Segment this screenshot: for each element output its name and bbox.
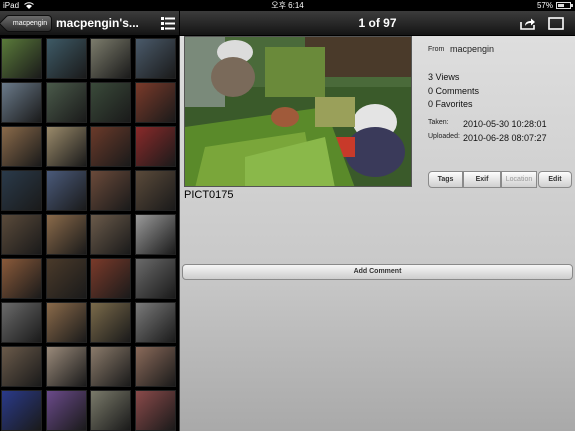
- photo-thumbnail[interactable]: [90, 82, 131, 123]
- battery-icon: [556, 2, 573, 9]
- photo-thumbnail[interactable]: [46, 170, 87, 211]
- clock-time: 오후 6:14: [271, 1, 304, 10]
- photo-counter: 1 of 97: [358, 16, 397, 30]
- photo-thumbnail[interactable]: [46, 82, 87, 123]
- comments-count: 0 Comments: [428, 86, 480, 96]
- photo-thumbnail[interactable]: [135, 346, 176, 387]
- edit-button[interactable]: Edit: [538, 171, 572, 188]
- owner-name[interactable]: macpengin: [450, 44, 494, 54]
- taken-date: 2010-05-30 10:28:01: [463, 119, 547, 129]
- taken-label: Taken:: [428, 119, 449, 126]
- photo-thumbnail[interactable]: [46, 302, 87, 343]
- photo-thumbnail[interactable]: [1, 82, 42, 123]
- from-label: From: [428, 46, 445, 53]
- battery-percent: 57%: [536, 1, 553, 10]
- photo-thumbnail[interactable]: [90, 302, 131, 343]
- photo-thumbnail[interactable]: [46, 390, 87, 431]
- photo-thumbnail[interactable]: [135, 214, 176, 255]
- photo-thumbnail[interactable]: [1, 258, 42, 299]
- list-view-icon[interactable]: [161, 17, 175, 30]
- photo-thumbnail[interactable]: [90, 126, 131, 167]
- location-button[interactable]: Location: [501, 171, 537, 188]
- photo-thumbnail[interactable]: [46, 258, 87, 299]
- photo-thumbnail[interactable]: [1, 126, 42, 167]
- add-comment-button[interactable]: Add Comment: [182, 264, 573, 280]
- photo-thumbnail[interactable]: [90, 390, 131, 431]
- photo-thumbnail[interactable]: [135, 302, 176, 343]
- photo-thumbnail[interactable]: [1, 302, 42, 343]
- thumbnail-grid: [0, 36, 179, 431]
- photo-action-bar: Tags Exif Location Edit: [428, 171, 572, 188]
- album-title: macpengin's...: [56, 16, 139, 30]
- photo-thumbnail[interactable]: [1, 214, 42, 255]
- share-icon[interactable]: [520, 17, 536, 30]
- exif-button[interactable]: Exif: [463, 171, 501, 188]
- main-photo[interactable]: [184, 36, 412, 187]
- photo-thumbnail[interactable]: [90, 38, 131, 79]
- photo-thumbnail[interactable]: [135, 258, 176, 299]
- fullscreen-icon[interactable]: [548, 17, 564, 30]
- photo-thumbnail[interactable]: [90, 346, 131, 387]
- photo-thumbnail[interactable]: [135, 170, 176, 211]
- photo-thumbnail[interactable]: [135, 390, 176, 431]
- tags-button[interactable]: Tags: [428, 171, 463, 188]
- status-bar: iPad 오후 6:14 57%: [0, 0, 575, 11]
- photo-thumbnail[interactable]: [46, 38, 87, 79]
- photo-thumbnail[interactable]: [90, 258, 131, 299]
- photo-nav-bar: 1 of 97: [180, 11, 575, 36]
- photo-detail-pane: PICT0175 From macpengin 3 Views 0 Commen…: [180, 36, 575, 431]
- uploaded-label: Uploaded:: [428, 133, 460, 140]
- photo-thumbnail[interactable]: [46, 214, 87, 255]
- photo-thumbnail[interactable]: [46, 126, 87, 167]
- album-nav-bar: macpengin macpengin's...: [0, 11, 179, 36]
- back-button-label: macpengin: [12, 20, 48, 27]
- photo-thumbnail[interactable]: [46, 346, 87, 387]
- photo-thumbnail[interactable]: [135, 126, 176, 167]
- photo-thumbnail[interactable]: [1, 346, 42, 387]
- photo-thumbnail[interactable]: [1, 390, 42, 431]
- photo-thumbnail[interactable]: [1, 38, 42, 79]
- photo-caption: PICT0175: [184, 189, 234, 201]
- favorites-count: 0 Favorites: [428, 99, 473, 109]
- market-photo-image: [185, 37, 411, 186]
- back-button[interactable]: macpengin: [5, 15, 52, 32]
- photo-thumbnail[interactable]: [135, 38, 176, 79]
- photo-thumbnail[interactable]: [135, 82, 176, 123]
- photo-thumbnail[interactable]: [1, 170, 42, 211]
- photo-thumbnail[interactable]: [90, 214, 131, 255]
- uploaded-date: 2010-06-28 08:07:27: [463, 133, 547, 143]
- views-count: 3 Views: [428, 72, 460, 82]
- photo-thumbnail[interactable]: [90, 170, 131, 211]
